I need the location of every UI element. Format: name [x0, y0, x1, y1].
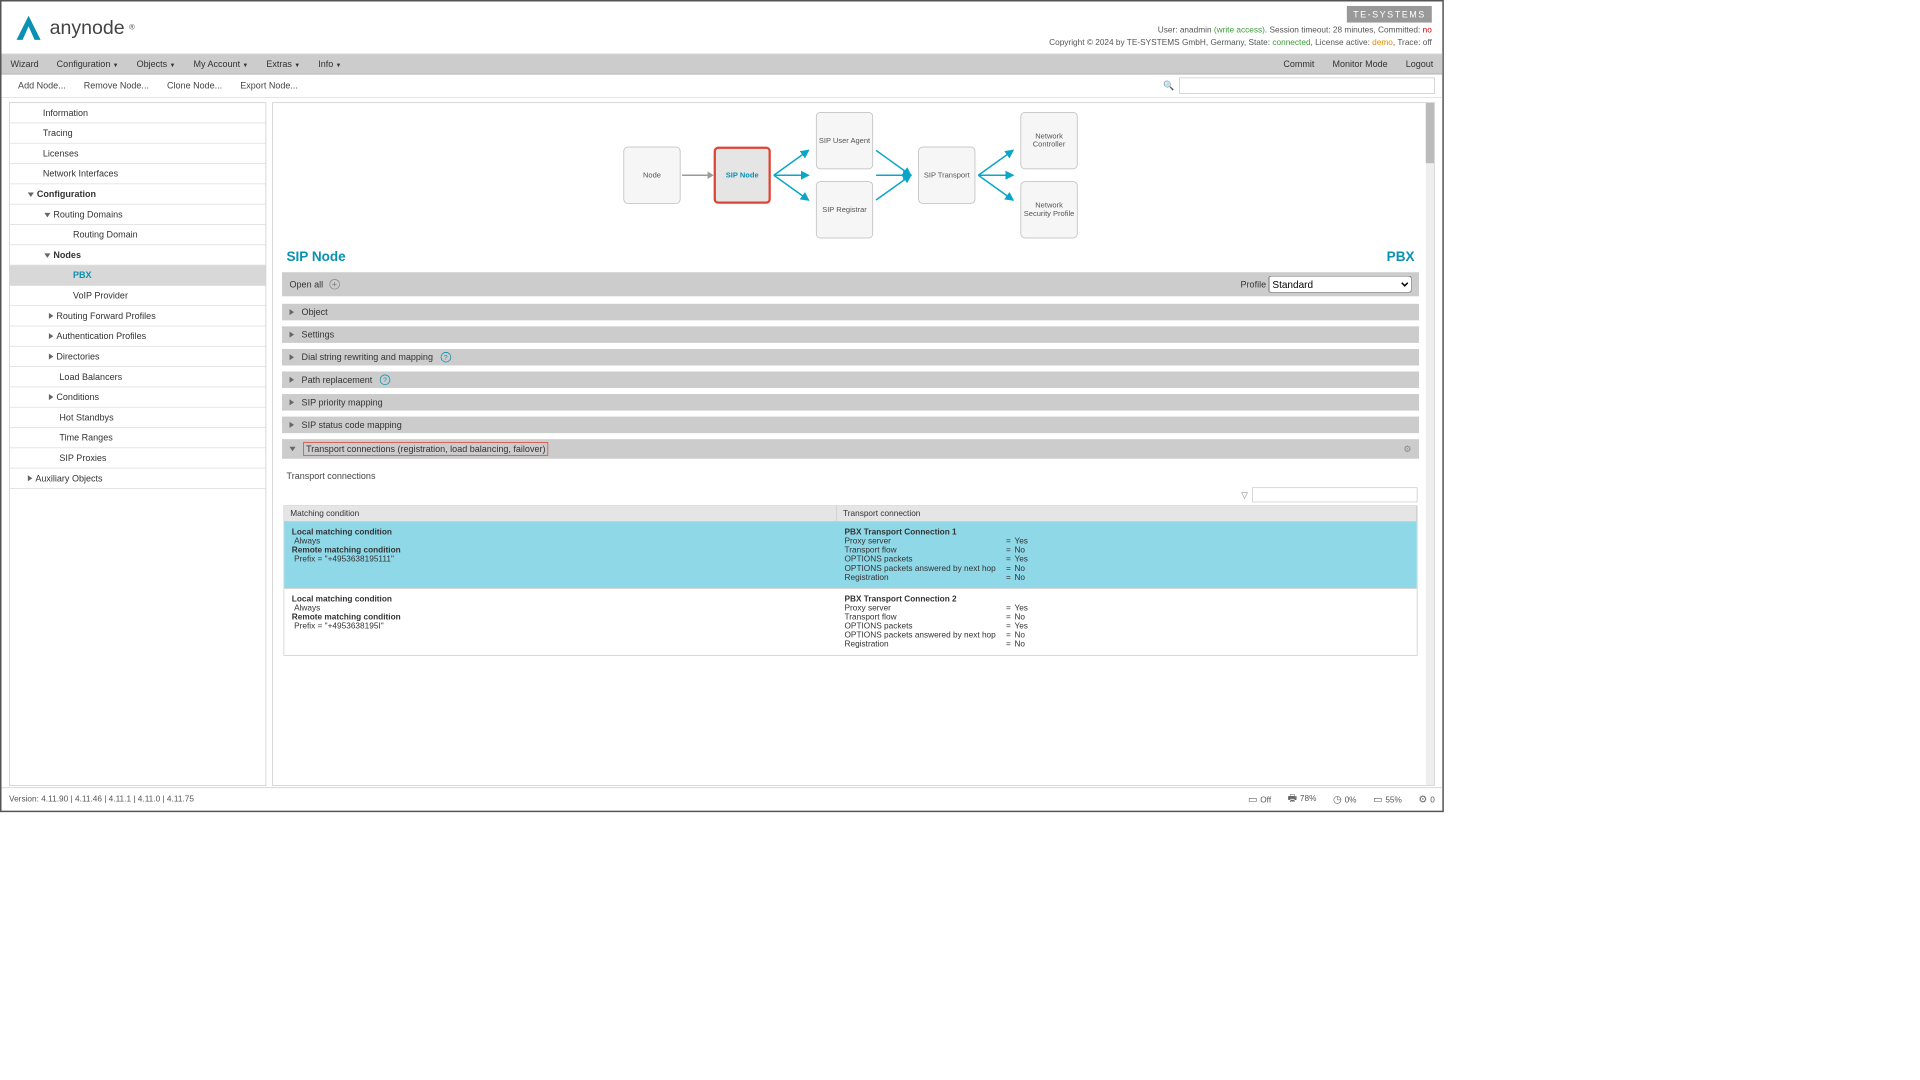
sidebar-licenses[interactable]: Licenses [10, 144, 266, 164]
sidebar-time-ranges[interactable]: Time Ranges [10, 428, 266, 448]
main-content: Node SIP Node SIP User Agent SIP Registr… [272, 102, 1435, 786]
menu-bar: Wizard Configuration▼ Objects▼ My Accoun… [2, 54, 1443, 74]
sidebar-routing-domains[interactable]: Routing Domains [10, 205, 266, 225]
anynode-logo-icon [12, 11, 45, 44]
table-row[interactable]: Local matching condition AlwaysRemote ma… [284, 588, 1417, 655]
toolbar-search: 🔍 [1163, 77, 1434, 94]
acc-transport-connections[interactable]: Transport connections (registration, loa… [282, 439, 1419, 459]
diagram-network-controller[interactable]: Network Controller [1020, 112, 1077, 169]
open-all-button[interactable]: Open all [290, 279, 324, 290]
node-diagram: Node SIP Node SIP User Agent SIP Registr… [273, 103, 1428, 247]
menu-commit[interactable]: Commit [1274, 54, 1323, 74]
te-systems-logo: TE-SYSTEMS [1347, 6, 1432, 23]
filter-icon[interactable]: ▽ [1241, 490, 1247, 500]
version-text: Version: 4.11.90 | 4.11.46 | 4.11.1 | 4.… [9, 795, 194, 804]
sidebar-network-interfaces[interactable]: Network Interfaces [10, 164, 266, 184]
filter-input[interactable] [1252, 487, 1417, 502]
header-info: TE-SYSTEMS User: anadmin (write access).… [1049, 6, 1432, 49]
sidebar-pbx[interactable]: PBX [10, 265, 266, 285]
add-node-button[interactable]: Add Node... [9, 77, 75, 94]
status-78: 🖶78% [1288, 791, 1317, 808]
sidebar-hot-standbys[interactable]: Hot Standbys [10, 408, 266, 428]
search-icon: 🔍 [1163, 80, 1174, 91]
brand-logo: anynode® [12, 11, 135, 44]
status-0b: ⚙0 [1418, 793, 1434, 805]
acc-dial-string[interactable]: Dial string rewriting and mapping? [282, 349, 1419, 366]
sidebar-sip-proxies[interactable]: SIP Proxies [10, 448, 266, 468]
diagram-sip-registrar[interactable]: SIP Registrar [816, 181, 873, 238]
page-subtitle: PBX [1387, 249, 1415, 265]
clone-node-button[interactable]: Clone Node... [158, 77, 231, 94]
menu-my-account[interactable]: My Account▼ [184, 54, 257, 74]
sidebar-load-balancers[interactable]: Load Balancers [10, 367, 266, 387]
acc-object[interactable]: Object [282, 304, 1419, 321]
search-input[interactable] [1179, 77, 1435, 94]
diagram-node[interactable]: Node [623, 147, 680, 204]
sidebar-routing-domain[interactable]: Routing Domain [10, 225, 266, 245]
status-off: ▭Off [1248, 793, 1271, 805]
transport-connections-label: Transport connections [273, 465, 1428, 488]
status-0a: ◷0% [1333, 793, 1357, 805]
app-header: anynode® TE-SYSTEMS User: anadmin (write… [2, 2, 1443, 55]
acc-path-replacement[interactable]: Path replacement? [282, 371, 1419, 388]
open-all-bar: Open all + Profile Standard [282, 272, 1419, 296]
status-55: ▭55% [1373, 793, 1402, 805]
sidebar-information[interactable]: Information [10, 103, 266, 123]
col-transport-connection[interactable]: Transport connection [837, 506, 1417, 521]
sidebar-nodes[interactable]: Nodes [10, 245, 266, 265]
sidebar-conditions[interactable]: Conditions [10, 387, 266, 407]
sidebar-directories[interactable]: Directories [10, 347, 266, 367]
diagram-sip-node[interactable]: SIP Node [714, 147, 771, 204]
menu-objects[interactable]: Objects▼ [128, 54, 185, 74]
acc-settings[interactable]: Settings [282, 326, 1419, 343]
main-scrollbar[interactable] [1426, 103, 1434, 785]
sidebar-configuration[interactable]: Configuration [10, 184, 266, 204]
col-matching-condition[interactable]: Matching condition [284, 506, 837, 521]
export-node-button[interactable]: Export Node... [231, 77, 307, 94]
diagram-sip-user-agent[interactable]: SIP User Agent [816, 112, 873, 169]
sidebar-authentication-profiles[interactable]: Authentication Profiles [10, 326, 266, 346]
status-bar: Version: 4.11.90 | 4.11.46 | 4.11.1 | 4.… [2, 787, 1443, 810]
menu-configuration[interactable]: Configuration▼ [48, 54, 128, 74]
sidebar-routing-forward-profiles[interactable]: Routing Forward Profiles [10, 306, 266, 326]
sidebar-voip-provider[interactable]: VoIP Provider [10, 286, 266, 306]
acc-sip-status-code[interactable]: SIP status code mapping [282, 417, 1419, 434]
toolbar: Add Node... Remove Node... Clone Node...… [2, 74, 1443, 97]
diagram-sip-transport[interactable]: SIP Transport [918, 147, 975, 204]
open-all-plus-icon[interactable]: + [329, 279, 340, 290]
sidebar-tracing[interactable]: Tracing [10, 123, 266, 143]
gear-icon[interactable]: ⚙ [1403, 444, 1411, 455]
sidebar-auxiliary-objects[interactable]: Auxiliary Objects [10, 468, 266, 488]
table-row[interactable]: Local matching condition AlwaysRemote ma… [284, 521, 1417, 588]
menu-extras[interactable]: Extras▼ [257, 54, 309, 74]
diagram-network-security-profile[interactable]: Network Security Profile [1020, 181, 1077, 238]
acc-sip-priority[interactable]: SIP priority mapping [282, 394, 1419, 411]
menu-info[interactable]: Info▼ [309, 54, 350, 74]
page-title: SIP Node [287, 249, 346, 265]
menu-logout[interactable]: Logout [1397, 54, 1443, 74]
menu-monitor-mode[interactable]: Monitor Mode [1323, 54, 1396, 74]
menu-wizard[interactable]: Wizard [2, 54, 48, 74]
sidebar-nav: Information Tracing Licenses Network Int… [9, 102, 266, 786]
transport-connections-table: Matching condition Transport connection … [284, 505, 1418, 655]
remove-node-button[interactable]: Remove Node... [75, 77, 158, 94]
help-icon[interactable]: ? [440, 352, 451, 363]
profile-select[interactable]: Standard [1269, 276, 1412, 293]
help-icon[interactable]: ? [380, 374, 391, 385]
